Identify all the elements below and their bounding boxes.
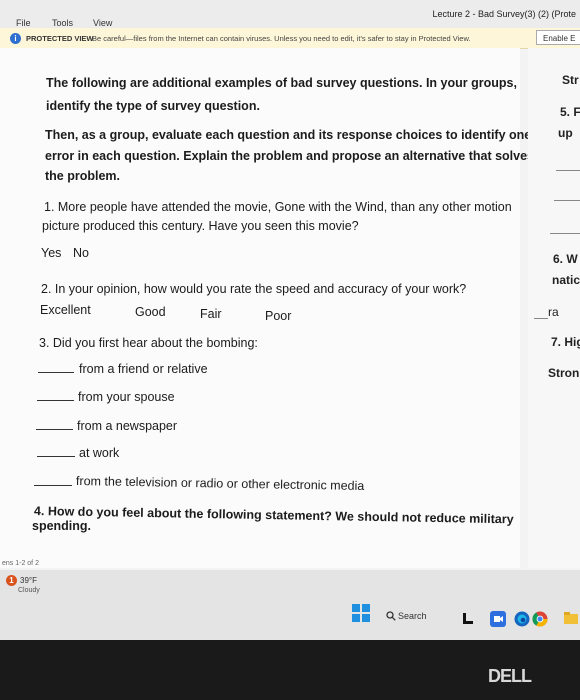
meet-chat-icon[interactable] xyxy=(490,611,506,627)
protected-view-message: Be careful—files from the Internet can c… xyxy=(92,34,471,43)
answer-line xyxy=(554,200,580,201)
answer-blank xyxy=(37,400,74,401)
adjacent-page-text: 7. Hig xyxy=(551,335,580,349)
weather-alert-icon[interactable]: 1 xyxy=(6,575,17,586)
file-explorer-icon[interactable] xyxy=(564,611,578,625)
adjacent-page-text: 6. W xyxy=(553,252,578,266)
intro-line: The following are additional examples of… xyxy=(46,76,517,90)
answer-blank xyxy=(37,456,75,457)
enable-editing-button[interactable]: Enable E xyxy=(536,30,580,45)
instruction-line: the problem. xyxy=(45,169,121,183)
menu-view[interactable]: View xyxy=(93,18,112,28)
adjacent-page-text: Stron xyxy=(548,366,580,380)
adjacent-page: Str 5. F up 6. W natic ra 7. Hig Stron xyxy=(528,48,580,568)
menu-file[interactable]: File xyxy=(16,18,31,28)
q1-option-no: No xyxy=(73,246,89,260)
page-count: ens 1-2 of 2 xyxy=(2,560,39,567)
chrome-browser-icon[interactable] xyxy=(532,611,548,627)
edge-browser-icon[interactable] xyxy=(514,611,530,627)
document-page: The following are additional examples of… xyxy=(0,48,534,568)
adjacent-page-text: Str xyxy=(562,73,579,87)
answer-blank xyxy=(34,485,72,486)
answer-blank xyxy=(38,372,74,373)
question-2: 2. In your opinion, how would you rate t… xyxy=(41,282,467,296)
menu-tools[interactable]: Tools xyxy=(52,18,73,28)
instruction-line: Then, as a group, evaluate each question… xyxy=(45,128,532,142)
taskbar: 1 39°F Cloudy Search xyxy=(0,570,580,640)
protected-view-label: PROTECTED VIEW xyxy=(26,34,94,43)
adjacent-page-text: up xyxy=(558,126,573,140)
info-icon: i xyxy=(10,33,21,44)
q3-option: from the television or radio or other el… xyxy=(75,474,365,494)
windows-start-icon[interactable] xyxy=(352,604,370,622)
q2-option: Poor xyxy=(265,309,292,323)
q1-option-yes: Yes xyxy=(41,246,62,260)
q2-option: Fair xyxy=(200,307,222,321)
question-1-line: 1. More people have attended the movie, … xyxy=(44,200,512,214)
adjacent-page-text: 5. F xyxy=(560,105,580,119)
answer-line xyxy=(550,233,580,234)
screen: File Tools View Lecture 2 - Bad Survey(3… xyxy=(0,0,580,640)
taskbar-search[interactable]: Search xyxy=(386,609,446,623)
q3-option: from your spouse xyxy=(78,390,175,404)
document-title: Lecture 2 - Bad Survey(3) (2) (Prote xyxy=(432,9,576,19)
search-label: Search xyxy=(398,611,427,621)
adjacent-page-text: ra xyxy=(548,305,559,319)
search-icon xyxy=(386,611,396,621)
intro-line: identify the type of survey question. xyxy=(46,99,260,113)
dell-logo: DELL xyxy=(488,666,532,686)
question-1-line: picture produced this century. Have you … xyxy=(42,219,359,233)
weather-temperature[interactable]: 39°F xyxy=(20,576,37,585)
task-view-icon[interactable] xyxy=(462,611,474,625)
answer-blank xyxy=(36,429,73,430)
question-4-line: spending. xyxy=(32,519,92,533)
q3-option: at work xyxy=(79,446,120,460)
instruction-line: error in each question. Explain the prob… xyxy=(45,149,535,163)
answer-line xyxy=(556,170,580,171)
protected-view-bar: i PROTECTED VIEW Be careful—files from t… xyxy=(0,28,580,49)
question-4-line: 4. How do you feel about the following s… xyxy=(33,504,514,527)
adjacent-page-text: natic xyxy=(552,273,580,287)
weather-condition[interactable]: Cloudy xyxy=(18,587,40,594)
q3-option: from a friend or relative xyxy=(79,362,208,376)
answer-line xyxy=(534,318,548,319)
q2-option: Excellent xyxy=(40,303,91,317)
menu-bar: File Tools View Lecture 2 - Bad Survey(3… xyxy=(0,0,580,30)
q3-option: from a newspaper xyxy=(77,419,178,433)
question-3: 3. Did you first hear about the bombing: xyxy=(39,336,258,350)
q2-option: Good xyxy=(135,305,166,319)
